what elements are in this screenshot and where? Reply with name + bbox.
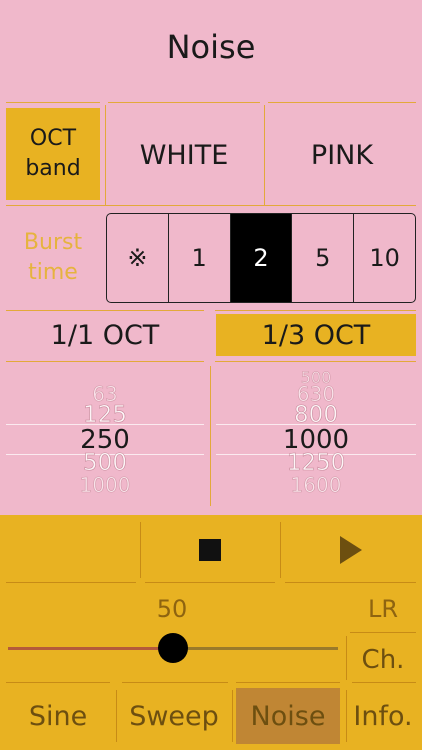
picker-item: 1600	[290, 473, 342, 498]
tab-sine[interactable]: Sine	[0, 688, 116, 744]
octave-frequency-picker[interactable]: 63 125 250 500 1000	[6, 370, 204, 498]
tab-info[interactable]: Info.	[348, 688, 418, 744]
burst-option-2[interactable]: 2	[229, 214, 292, 302]
divider	[346, 690, 347, 742]
divider	[346, 636, 347, 680]
stop-button[interactable]	[142, 520, 278, 580]
volume-slider-thumb[interactable]	[158, 633, 188, 663]
play-button[interactable]	[282, 520, 420, 580]
burst-option-10[interactable]: 10	[353, 214, 415, 302]
divider	[268, 102, 416, 103]
burst-time-selector: ※ 1 2 5 10	[106, 213, 416, 303]
volume-value: 50	[156, 595, 188, 623]
divider	[215, 310, 416, 311]
divider	[215, 361, 416, 362]
divider	[210, 366, 211, 506]
divider	[350, 632, 416, 633]
channel-button[interactable]: Ch.	[352, 640, 414, 680]
third-octave-button[interactable]: 1/3 OCT	[216, 314, 416, 356]
oct-band-label-line1: OCT	[29, 126, 77, 151]
divider	[6, 361, 204, 362]
oct-band-label-line2: band	[25, 156, 81, 181]
volume-slider-track[interactable]	[173, 647, 338, 650]
divider	[122, 682, 228, 683]
page-title: Noise	[166, 28, 256, 66]
tab-noise[interactable]: Noise	[236, 688, 340, 744]
divider	[6, 682, 110, 683]
tab-sweep[interactable]: Sweep	[118, 688, 230, 744]
divider	[352, 682, 416, 683]
burst-option-1[interactable]: 1	[167, 214, 230, 302]
divider	[264, 105, 265, 205]
channel-lr-label: LR	[367, 595, 399, 623]
divider	[6, 205, 416, 206]
picker-item: 1000	[79, 473, 131, 498]
burst-option-5[interactable]: 5	[291, 214, 353, 302]
divider	[280, 522, 281, 578]
burst-option-continuous[interactable]: ※	[107, 214, 168, 302]
burst-label-line2: time	[28, 260, 78, 285]
volume-slider-track-filled[interactable]	[8, 647, 173, 650]
oct-band-button[interactable]: OCT band	[6, 108, 100, 200]
burst-time-label: Burst time	[10, 228, 96, 288]
white-noise-button[interactable]: WHITE	[108, 105, 260, 205]
stop-icon	[199, 539, 221, 561]
divider	[6, 310, 204, 311]
divider	[116, 690, 117, 742]
divider	[285, 582, 416, 583]
pink-noise-button[interactable]: PINK	[268, 105, 416, 205]
play-icon	[340, 536, 362, 564]
divider	[236, 682, 340, 683]
divider	[6, 582, 136, 583]
third-octave-frequency-picker[interactable]: 500 630 800 1000 1250 1600	[216, 368, 416, 498]
divider	[6, 102, 100, 103]
full-octave-button[interactable]: 1/1 OCT	[6, 314, 204, 356]
divider	[105, 105, 106, 205]
divider	[145, 582, 275, 583]
divider	[108, 102, 260, 103]
burst-label-line1: Burst	[23, 230, 83, 255]
divider	[140, 522, 141, 578]
divider	[232, 690, 233, 742]
